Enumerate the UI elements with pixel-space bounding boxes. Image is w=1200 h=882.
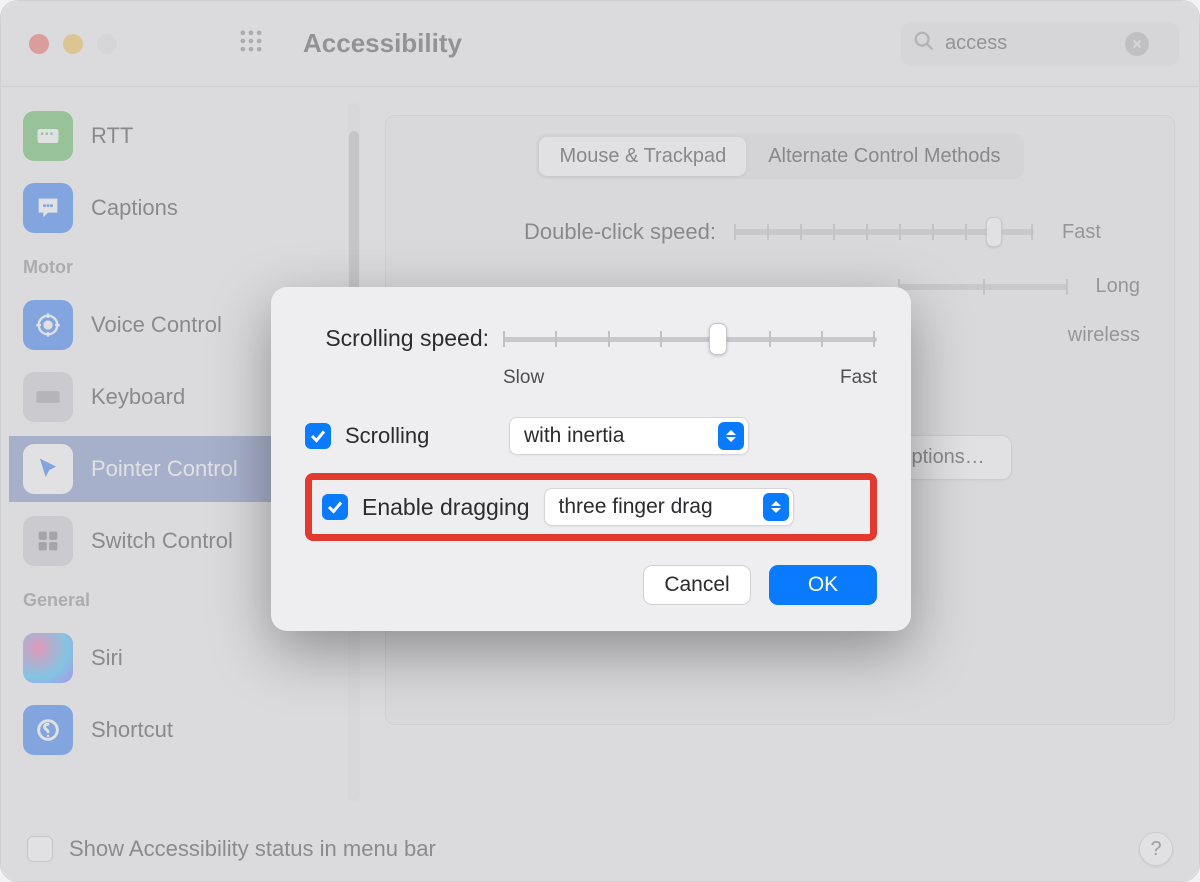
search-input[interactable]: [945, 32, 1115, 55]
voice-control-icon: [23, 300, 73, 350]
doubleclick-speed-slider[interactable]: [734, 229, 1034, 235]
scrolling-mode-select[interactable]: with inertia: [509, 417, 749, 455]
sidebar-section-motor: Motor: [9, 247, 349, 286]
sidebar-item-label: Shortcut: [91, 717, 173, 743]
sidebar-item-label: RTT: [91, 123, 133, 149]
search-field[interactable]: [901, 22, 1179, 66]
shortcut-icon: [23, 705, 73, 755]
tabs-segmented: Mouse & Trackpad Alternate Control Metho…: [536, 134, 1023, 179]
dragging-style-value: three finger drag: [559, 495, 713, 519]
scrolling-speed-label: Scrolling speed:: [305, 325, 489, 352]
scrolling-label: Scrolling: [345, 423, 495, 449]
tab-alternate-control[interactable]: Alternate Control Methods: [748, 137, 1020, 176]
traffic-lights: [29, 34, 117, 54]
switch-control-icon: [23, 516, 73, 566]
show-all-button[interactable]: [237, 27, 265, 60]
sidebar-item-label: Captions: [91, 195, 178, 221]
sidebar-item-label: Keyboard: [91, 384, 185, 410]
rtt-icon: [23, 111, 73, 161]
fast-label: Fast: [1062, 221, 1101, 244]
sidebar-item-label: Pointer Control: [91, 456, 238, 482]
sidebar-item-siri[interactable]: Siri: [13, 625, 345, 691]
enable-dragging-label: Enable dragging: [362, 494, 530, 521]
show-status-label: Show Accessibility status in menu bar: [69, 836, 436, 862]
window-title: Accessibility: [303, 28, 462, 59]
window-minimize-button[interactable]: [63, 34, 83, 54]
scrolling-mode-value: with inertia: [524, 424, 624, 448]
nav-arrows: [173, 35, 197, 53]
keyboard-icon: [23, 372, 73, 422]
sidebar-item-label: Voice Control: [91, 312, 222, 338]
scrolling-speed-slider[interactable]: [503, 319, 877, 359]
siri-icon: [23, 633, 73, 683]
captions-icon: [23, 183, 73, 233]
slow-label: Slow: [503, 367, 544, 389]
search-icon: [913, 30, 935, 57]
doubleclick-speed-row: Double-click speed: Fast: [506, 219, 1144, 245]
pointer-control-icon: [23, 444, 73, 494]
help-button[interactable]: ?: [1139, 832, 1173, 866]
toolbar: Accessibility: [1, 1, 1199, 87]
window-zoom-button[interactable]: [97, 34, 117, 54]
wireless-label: wireless: [1068, 324, 1140, 347]
clear-search-button[interactable]: [1125, 32, 1149, 56]
sidebar-item-rtt[interactable]: RTT: [13, 103, 345, 169]
doubleclick-speed-label: Double-click speed:: [506, 219, 716, 245]
sidebar-item-captions[interactable]: Captions: [13, 175, 345, 241]
dropdown-icon: [718, 422, 744, 450]
dropdown-icon: [763, 493, 789, 521]
enable-dragging-highlight: Enable dragging three finger drag: [305, 473, 877, 541]
enable-dragging-checkbox[interactable]: [322, 494, 348, 520]
footer: Show Accessibility status in menu bar ?: [1, 817, 1199, 881]
ok-button[interactable]: OK: [769, 565, 877, 605]
show-status-checkbox[interactable]: [27, 836, 53, 862]
scrolling-checkbox[interactable]: [305, 423, 331, 449]
tab-mouse-trackpad[interactable]: Mouse & Trackpad: [539, 137, 746, 176]
sidebar-item-shortcut[interactable]: Shortcut: [13, 697, 345, 763]
scrolling-option-row: Scrolling with inertia: [305, 409, 877, 463]
dragging-style-select[interactable]: three finger drag: [544, 488, 794, 526]
window-close-button[interactable]: [29, 34, 49, 54]
spring-loading-slider[interactable]: [898, 284, 1068, 290]
cancel-button[interactable]: Cancel: [643, 565, 751, 605]
fast-label: Fast: [840, 367, 877, 389]
long-label: Long: [1096, 275, 1141, 298]
trackpad-options-modal: Scrolling speed: Slow Fast Scrolling wit…: [271, 287, 911, 631]
sidebar-item-label: Siri: [91, 645, 123, 671]
sidebar-item-label: Switch Control: [91, 528, 233, 554]
